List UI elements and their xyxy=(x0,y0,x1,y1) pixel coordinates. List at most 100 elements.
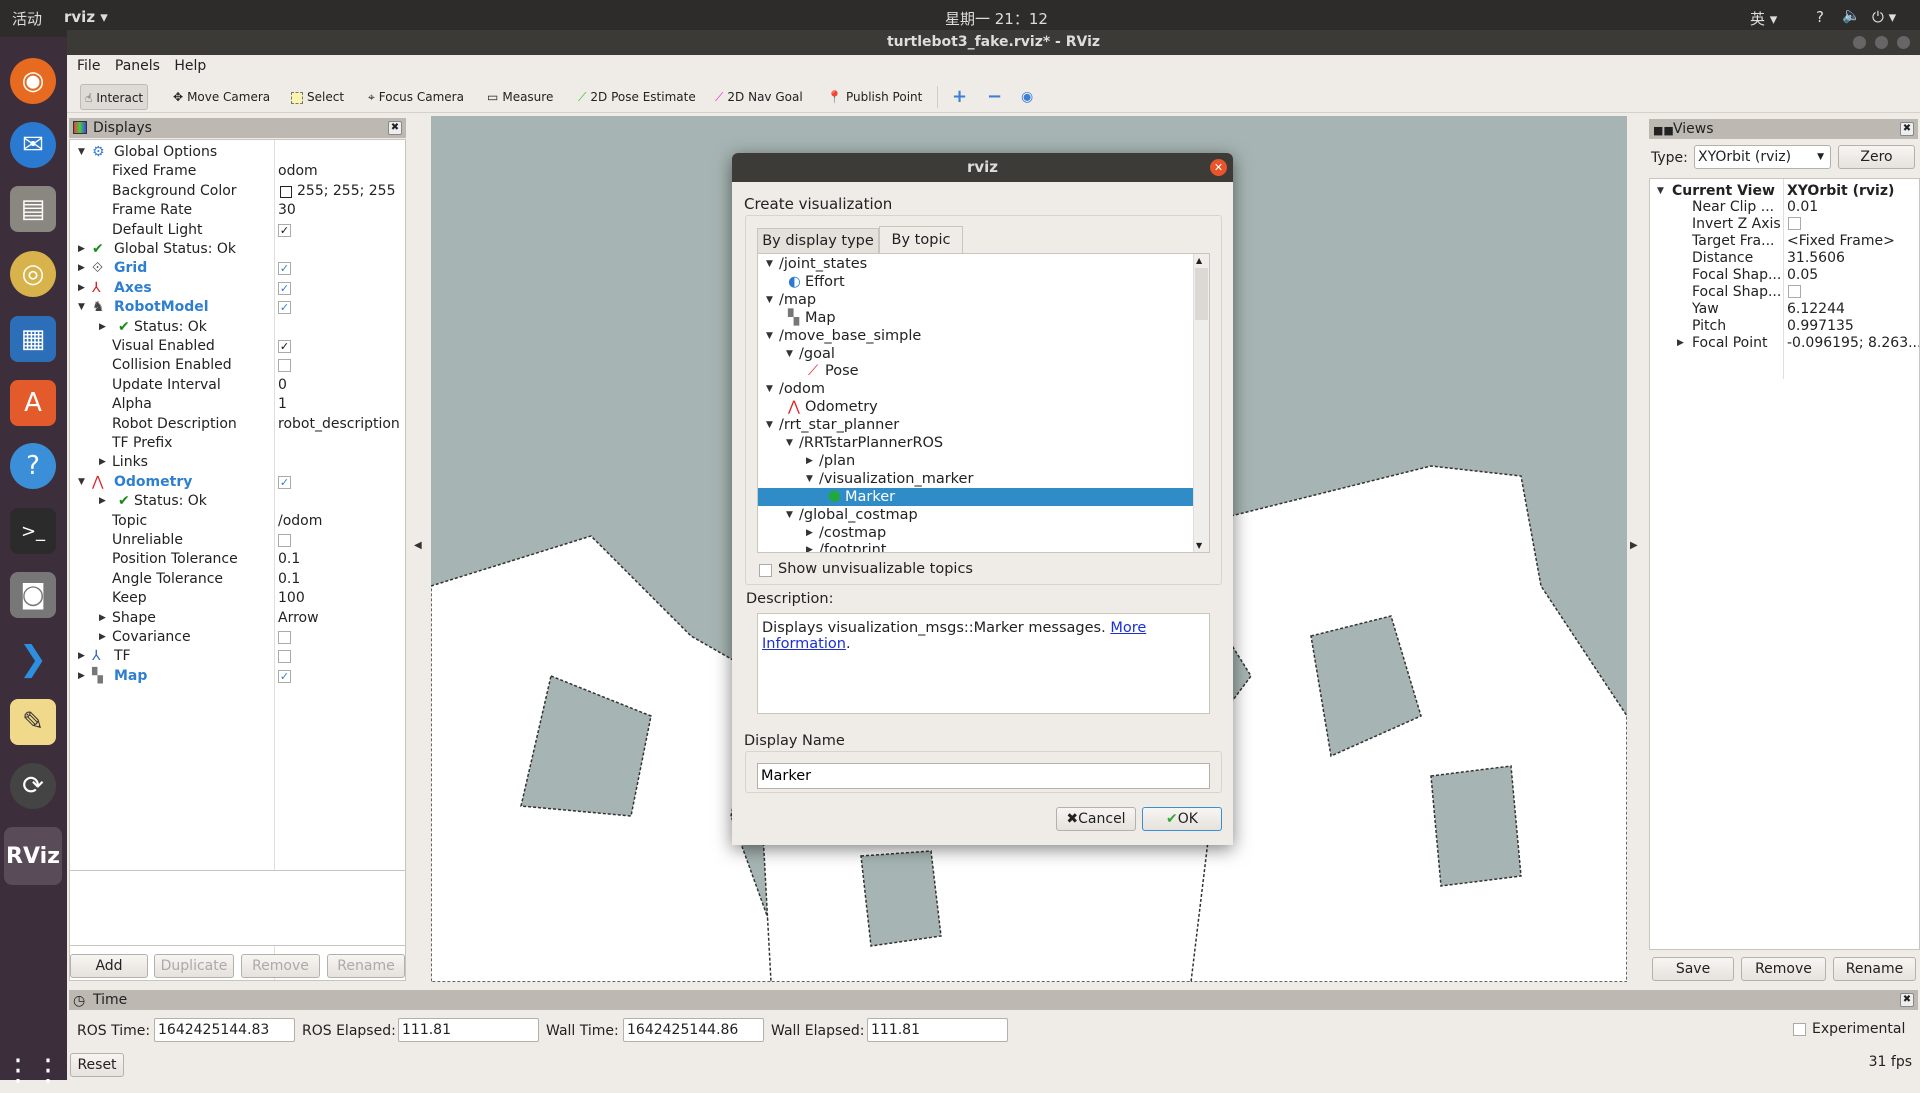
tool-focus-camera[interactable]: ⌖ Focus Camera xyxy=(364,84,468,110)
view-property-row[interactable]: Yaw 6.12244 xyxy=(1650,301,1919,318)
menu-help[interactable]: Help xyxy=(174,55,206,78)
display-row[interactable]: ▶ ⅄ Axes ✓ xyxy=(70,279,405,298)
chevron-right-icon[interactable]: ▶ xyxy=(78,279,85,298)
display-row[interactable]: Keep 100 xyxy=(70,589,405,608)
view-property-row[interactable]: Distance 31.5606 xyxy=(1650,250,1919,267)
rename-display-button[interactable]: Rename xyxy=(327,954,405,978)
view-property-checkbox[interactable] xyxy=(1788,285,1801,298)
add-tool-button[interactable]: + xyxy=(948,84,971,110)
view-property-value[interactable]: <Fixed Frame> xyxy=(1787,233,1895,250)
chevron-right-icon[interactable]: ▶ xyxy=(78,259,85,278)
view-property-row[interactable]: Near Clip ... 0.01 xyxy=(1650,199,1919,216)
display-row-value[interactable]: 100 xyxy=(278,589,305,608)
display-row[interactable]: ▶ ✔ Status: Ok xyxy=(70,492,405,511)
display-name-input[interactable] xyxy=(757,763,1210,789)
views-tree[interactable]: ▼ Current View XYOrbit (rviz) Near Clip ...… xyxy=(1649,178,1920,950)
display-row[interactable]: ▼ ⚙ Global Options xyxy=(70,143,405,162)
view-type-select[interactable]: XYOrbit (rviz) ▼ xyxy=(1694,145,1831,169)
text-editor-icon[interactable]: ✎ xyxy=(10,699,56,745)
display-row-value[interactable]: Arrow xyxy=(278,609,319,628)
topic-tree-item[interactable]: ▶ /footprint xyxy=(758,541,1193,552)
close-window-button[interactable] xyxy=(1897,36,1910,49)
topic-tree[interactable]: ▲ ▼ ▼/joint_states ◐ Effort ▼/map ▚ Map ▼/move… xyxy=(757,253,1210,553)
view-property-value[interactable]: 0.05 xyxy=(1787,267,1818,284)
display-checkbox[interactable]: ✓ xyxy=(278,669,291,683)
view-property-checkbox[interactable] xyxy=(1788,217,1801,230)
chevron-right-icon[interactable]: ▶ xyxy=(99,318,106,337)
topic-tree-item[interactable]: ▚ Map xyxy=(758,309,1193,327)
ok-button[interactable]: ✔OK xyxy=(1142,807,1222,831)
scroll-down-arrow[interactable]: ▼ xyxy=(1196,541,1202,550)
chevron-right-icon[interactable]: ▶ xyxy=(99,609,106,628)
reset-button[interactable]: Reset xyxy=(70,1053,124,1077)
display-row[interactable]: Angle Tolerance 0.1 xyxy=(70,570,405,589)
maximize-button[interactable] xyxy=(1875,36,1888,49)
chevron-down-icon[interactable]: ▼ xyxy=(786,345,793,363)
display-row[interactable]: Frame Rate 30 xyxy=(70,201,405,220)
display-row-value[interactable]: 1 xyxy=(278,395,287,414)
topic-tree-item[interactable]: ▼ /joint_states xyxy=(758,255,1193,273)
display-row[interactable]: ▶ Covariance xyxy=(70,628,405,647)
display-row[interactable]: Default Light ✓ xyxy=(70,221,405,240)
chevron-right-icon[interactable]: ▶ xyxy=(99,628,106,647)
view-property-row[interactable]: Pitch 0.997135 xyxy=(1650,318,1919,335)
chevron-down-icon[interactable]: ▼ xyxy=(766,380,773,398)
vscode-icon[interactable]: ❯ xyxy=(10,636,56,682)
rename-view-button[interactable]: Rename xyxy=(1833,957,1916,981)
topic-tree-item[interactable]: ▼ /map xyxy=(758,291,1193,309)
files-icon[interactable]: ▤ xyxy=(10,186,56,232)
help-app-icon[interactable]: ? xyxy=(10,443,56,489)
display-row-value[interactable]: 0.1 xyxy=(278,550,300,569)
close-dialog-button[interactable]: ✕ xyxy=(1210,159,1227,176)
duplicate-display-button[interactable]: Duplicate xyxy=(154,954,234,978)
display-checkbox[interactable]: ✓ xyxy=(278,281,291,295)
terminal-icon[interactable]: >_ xyxy=(10,508,56,554)
tool-2d-pose-estimate[interactable]: ⟋ 2D Pose Estimate xyxy=(574,84,700,110)
topic-tree-item[interactable]: ▼ /RRTstarPlannerROS xyxy=(758,434,1193,452)
menu-file[interactable]: File xyxy=(77,55,100,78)
topic-tree-item[interactable]: ▼ /global_costmap xyxy=(758,506,1193,524)
display-row[interactable]: ▶ Shape Arrow xyxy=(70,609,405,628)
chevron-right-icon[interactable]: ▶ xyxy=(78,240,85,259)
topic-tree-item[interactable]: ▶ /plan xyxy=(758,452,1193,470)
updater-icon[interactable]: ⟳ xyxy=(10,763,56,809)
display-row[interactable]: Position Tolerance 0.1 xyxy=(70,550,405,569)
tool-publish-point[interactable]: 📍 Publish Point xyxy=(823,84,926,110)
close-panel-button[interactable]: ✖ xyxy=(1900,993,1914,1007)
display-row[interactable]: Collision Enabled xyxy=(70,356,405,375)
volume-icon[interactable]: 🔈 xyxy=(1842,6,1861,24)
chevron-down-icon[interactable]: ▼ xyxy=(78,298,85,317)
display-row[interactable]: TF Prefix xyxy=(70,434,405,453)
chevron-right-icon[interactable]: ▶ xyxy=(806,541,813,552)
tool-select[interactable]: Select xyxy=(287,84,348,110)
remove-tool-button[interactable]: − xyxy=(983,84,1006,110)
display-row-value[interactable]: 0.1 xyxy=(278,570,300,589)
menu-panels[interactable]: Panels xyxy=(115,55,160,78)
zero-button[interactable]: Zero xyxy=(1838,145,1915,169)
software-icon[interactable]: A xyxy=(10,380,56,426)
chevron-right-icon[interactable]: ▶ xyxy=(806,452,813,470)
display-row[interactable]: Update Interval 0 xyxy=(70,376,405,395)
chevron-right-icon[interactable]: ▶ xyxy=(99,492,106,511)
display-row[interactable]: ▶ Links xyxy=(70,453,405,472)
writer-icon[interactable]: ▦ xyxy=(10,316,56,362)
activities-button[interactable]: 活动 xyxy=(12,8,42,29)
remove-display-button[interactable]: Remove xyxy=(241,954,320,978)
save-view-button[interactable]: Save xyxy=(1652,957,1734,981)
display-checkbox[interactable] xyxy=(278,359,291,373)
display-row[interactable]: ▼ ♞ RobotModel ✓ xyxy=(70,298,405,317)
view-property-value[interactable]: 6.12244 xyxy=(1787,301,1845,318)
display-row[interactable]: Fixed Frame odom xyxy=(70,162,405,181)
show-unvisualizable-checkbox[interactable] xyxy=(759,564,772,577)
ros-elapsed-field[interactable]: 111.81 xyxy=(398,1018,539,1042)
display-row[interactable]: ▶ ⅄ TF xyxy=(70,647,405,666)
chevron-down-icon[interactable]: ▼ xyxy=(786,506,793,524)
view-property-row[interactable]: Invert Z Axis xyxy=(1650,216,1919,233)
displays-tree[interactable]: ▼ ⚙ Global Options Fixed Frame odom Backgroun… xyxy=(69,139,406,981)
display-row-value[interactable]: 0 xyxy=(278,376,287,395)
scrollbar-thumb[interactable] xyxy=(1195,268,1208,320)
view-property-value[interactable]: -0.096195; 8.263... xyxy=(1787,335,1919,352)
chevron-down-icon[interactable]: ▼ xyxy=(766,255,773,273)
view-property-row[interactable]: Focal Shap... 0.05 xyxy=(1650,267,1919,284)
experimental-checkbox[interactable] xyxy=(1793,1023,1806,1036)
